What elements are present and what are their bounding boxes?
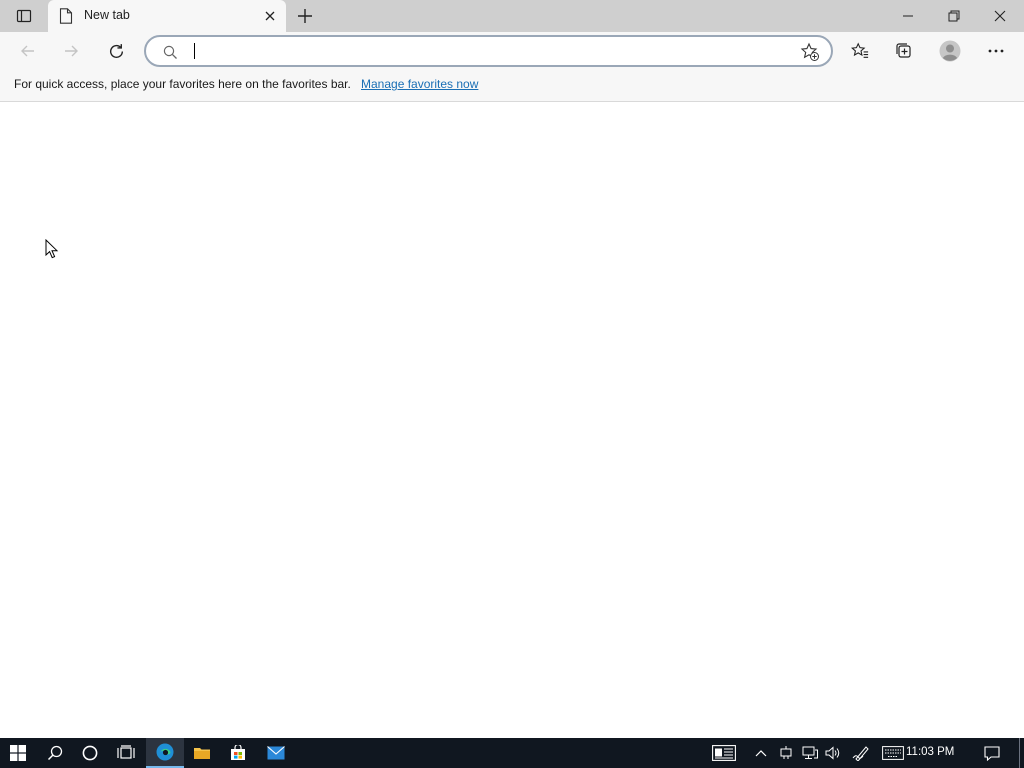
- store-icon: [231, 745, 245, 760]
- news-button[interactable]: [708, 738, 740, 768]
- new-tab-icon: [298, 9, 312, 23]
- volume-button[interactable]: [822, 738, 844, 768]
- taskbar-clock[interactable]: 11:03 PM: [906, 746, 954, 758]
- more-icon: [988, 49, 1004, 53]
- forward-button[interactable]: [56, 36, 86, 66]
- tab-new-tab[interactable]: New tab: [48, 0, 286, 32]
- network-icon: [802, 746, 818, 759]
- collections-icon: [896, 43, 911, 58]
- tab-strip: New tab: [0, 0, 1024, 32]
- edge-icon: [156, 743, 174, 761]
- action-center-button[interactable]: [976, 738, 1008, 768]
- device-icon: [780, 746, 792, 759]
- minimize-icon: [903, 15, 913, 17]
- notifications-icon: [984, 745, 1000, 761]
- taskbar-mail[interactable]: [257, 738, 295, 768]
- page-icon: [59, 8, 73, 24]
- news-icon: [712, 745, 736, 761]
- refresh-button[interactable]: [101, 36, 131, 66]
- close-tab-button[interactable]: [260, 6, 280, 26]
- page-content: [0, 103, 1024, 738]
- address-input[interactable]: [192, 41, 782, 61]
- refresh-icon: [109, 43, 123, 58]
- collections-button[interactable]: [889, 36, 919, 66]
- restore-button[interactable]: [931, 0, 977, 32]
- tab-title: New tab: [84, 8, 130, 22]
- favorites-bar-message: For quick access, place your favorites h…: [14, 77, 351, 91]
- more-button[interactable]: [981, 36, 1011, 66]
- favorites-bar: For quick access, place your favorites h…: [0, 70, 1024, 102]
- cortana-icon: [82, 745, 98, 761]
- taskbar-store[interactable]: [220, 738, 256, 768]
- mail-icon: [267, 746, 285, 760]
- task-view-button[interactable]: [108, 738, 144, 768]
- mouse-cursor-icon: [45, 239, 59, 259]
- volume-icon: [825, 746, 840, 760]
- keyboard-icon: [882, 746, 904, 760]
- taskbar-search-button[interactable]: [37, 738, 73, 768]
- profile-button[interactable]: [935, 36, 965, 66]
- profile-icon: [939, 40, 961, 62]
- favorites-icon: [851, 42, 869, 58]
- close-window-button[interactable]: [977, 0, 1023, 32]
- add-favorite-icon[interactable]: [800, 42, 820, 62]
- manage-favorites-link[interactable]: Manage favorites now: [361, 77, 478, 91]
- taskbar: 11:03 PM: [0, 738, 1024, 768]
- back-button[interactable]: [13, 36, 43, 66]
- network-button[interactable]: [799, 738, 821, 768]
- taskbar-edge[interactable]: [146, 738, 184, 768]
- task-view-icon: [117, 745, 135, 759]
- close-window-icon: [994, 10, 1006, 22]
- start-button[interactable]: [0, 738, 36, 768]
- search-icon: [163, 45, 177, 59]
- minimize-button[interactable]: [885, 0, 931, 32]
- close-tab-icon: [265, 11, 275, 21]
- new-tab-button[interactable]: [292, 3, 318, 29]
- device-tray-button[interactable]: [776, 738, 796, 768]
- text-caret: [194, 43, 195, 59]
- pen-icon: [852, 746, 869, 761]
- tab-actions-button[interactable]: [8, 4, 40, 28]
- file-explorer-icon: [194, 748, 210, 759]
- pen-workspace-button[interactable]: [848, 738, 874, 768]
- touch-keyboard-button[interactable]: [878, 738, 908, 768]
- chevron-up-icon: [755, 750, 767, 757]
- address-bar[interactable]: [144, 35, 833, 67]
- forward-icon: [65, 45, 78, 57]
- restore-icon: [948, 10, 960, 22]
- show-desktop-divider: [1019, 738, 1020, 768]
- browser-toolbar: [0, 32, 1024, 70]
- favorites-button[interactable]: [845, 36, 875, 66]
- back-icon: [21, 45, 34, 57]
- tab-actions-icon: [16, 9, 32, 23]
- taskbar-file-explorer[interactable]: [184, 738, 220, 768]
- show-hidden-icons-button[interactable]: [750, 738, 772, 768]
- cortana-button[interactable]: [72, 738, 108, 768]
- taskbar-search-icon: [47, 745, 63, 761]
- windows-start-icon: [10, 745, 26, 761]
